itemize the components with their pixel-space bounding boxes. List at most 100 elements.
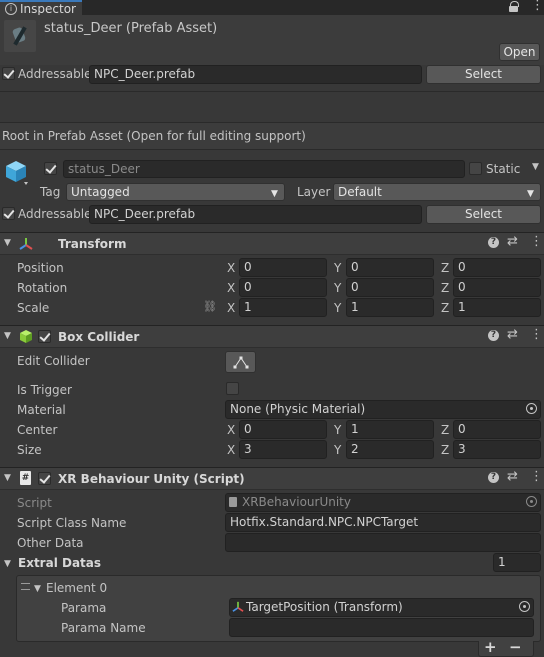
position-x-field[interactable]: 0	[239, 258, 327, 277]
layer-label: Layer	[297, 185, 331, 199]
tab-inspector[interactable]: i Inspector	[0, 0, 82, 16]
addressable-field[interactable]: NPC_Deer.prefab	[89, 65, 422, 84]
parama-name-field[interactable]	[229, 618, 534, 637]
parama-name-label: Parama Name	[61, 621, 146, 635]
script-label: Script	[17, 496, 52, 510]
presets-icon[interactable]: ⇄	[507, 234, 518, 249]
gameobject-cube-icon	[5, 160, 29, 189]
box-collider-enabled-checkbox[interactable]	[38, 330, 51, 343]
open-button[interactable]: Open	[499, 43, 540, 61]
prefab-thumbnail-icon	[4, 20, 36, 52]
tab-menu-icon[interactable]: ⋮	[531, 0, 544, 13]
position-label: Position	[17, 261, 64, 275]
help-icon[interactable]: ?	[488, 330, 499, 341]
object-picker-icon[interactable]	[526, 403, 537, 414]
position-z-field[interactable]: 0	[453, 258, 541, 277]
component-menu-icon[interactable]: ⋮	[530, 234, 543, 249]
transform-title: Transform	[58, 237, 127, 251]
size-y-field[interactable]: 2	[346, 440, 434, 459]
rotation-z-field[interactable]: 0	[453, 278, 541, 297]
static-dropdown-icon[interactable]: ▼	[532, 162, 539, 172]
static-label: Static	[486, 162, 521, 176]
asset-title: status_Deer (Prefab Asset)	[44, 21, 218, 36]
scale-y-field[interactable]: 1	[346, 298, 434, 317]
info-icon: i	[5, 3, 17, 15]
script-field: XRBehaviourUnity	[225, 493, 541, 512]
axis-z-label: Z	[441, 261, 450, 275]
presets-icon[interactable]: ⇄	[507, 327, 518, 342]
script-asset-icon	[229, 497, 237, 507]
center-x-field[interactable]: 0	[239, 420, 327, 439]
component-menu-icon[interactable]: ⋮	[530, 327, 543, 342]
is-trigger-checkbox[interactable]	[226, 382, 239, 395]
scale-z-field[interactable]: 1	[453, 298, 541, 317]
drag-handle-icon[interactable]	[21, 583, 30, 590]
tab-label: Inspector	[20, 2, 76, 16]
lock-body-icon	[509, 6, 518, 12]
addressable-select-button[interactable]: Select	[426, 65, 541, 84]
gameobject-active-checkbox[interactable]	[44, 162, 57, 175]
rotation-x-field[interactable]: 0	[239, 278, 327, 297]
foldout-arrow-icon[interactable]: ▼	[4, 559, 11, 569]
add-element-button[interactable]: +	[484, 638, 497, 656]
addressable-label: Addressable	[18, 67, 92, 81]
center-y-field[interactable]: 1	[346, 420, 434, 439]
object-picker-icon[interactable]	[519, 601, 530, 612]
position-y-field[interactable]: 0	[346, 258, 434, 277]
rotation-y-field[interactable]: 0	[346, 278, 434, 297]
link-icon[interactable]: ⛓	[203, 300, 217, 313]
axis-y-label: Y	[334, 301, 342, 315]
layer-dropdown[interactable]: Default ▼	[333, 183, 541, 201]
gameobject-addressable-select-button[interactable]: Select	[426, 205, 541, 224]
axis-x-label: X	[227, 261, 236, 275]
element-0-label: Element 0	[46, 581, 108, 595]
chevron-down-icon: ▼	[271, 189, 278, 199]
center-z-field[interactable]: 0	[453, 420, 541, 439]
tag-label: Tag	[40, 185, 61, 199]
center-label: Center	[17, 423, 58, 437]
script-enabled-checkbox[interactable]	[38, 472, 51, 485]
gameobject-name-field[interactable]: status_Deer	[63, 160, 465, 178]
size-x-field[interactable]: 3	[239, 440, 327, 459]
presets-icon[interactable]: ⇄	[507, 469, 518, 484]
axis-z-label: Z	[441, 301, 450, 315]
tag-dropdown[interactable]: Untagged ▼	[66, 183, 285, 201]
axis-x-label: X	[227, 301, 236, 315]
foldout-arrow-icon[interactable]: ▼	[4, 238, 11, 248]
parama-label: Parama	[61, 601, 107, 615]
gameobject-addressable-field[interactable]: NPC_Deer.prefab	[89, 205, 422, 224]
gameobject-addressable-checkbox[interactable]	[2, 207, 15, 220]
other-data-field[interactable]	[225, 533, 541, 552]
root-note: Root in Prefab Asset (Open for full edit…	[2, 129, 306, 143]
extral-datas-label: Extral Datas	[18, 556, 102, 570]
material-field[interactable]: None (Physic Material)	[225, 400, 541, 419]
static-checkbox[interactable]	[469, 162, 482, 175]
foldout-arrow-icon[interactable]: ▼	[34, 584, 41, 594]
axis-x-label: X	[227, 423, 236, 437]
help-icon[interactable]: ?	[488, 237, 499, 248]
script-class-name-field[interactable]: Hotfix.Standard.NPC.NPCTarget	[225, 513, 541, 532]
edit-collider-button[interactable]	[225, 351, 256, 373]
foldout-arrow-icon[interactable]: ▼	[4, 473, 11, 483]
parama-value: TargetPosition (Transform)	[246, 600, 403, 614]
axis-y-label: Y	[334, 443, 342, 457]
scale-label: Scale	[17, 301, 50, 315]
transform-icon	[19, 237, 33, 253]
axis-z-label: Z	[441, 423, 450, 437]
size-z-field[interactable]: 3	[453, 440, 541, 459]
extral-datas-count[interactable]: 1	[493, 553, 541, 572]
parama-field[interactable]: TargetPosition (Transform)	[229, 598, 534, 617]
other-data-label: Other Data	[17, 536, 84, 550]
axis-y-label: Y	[334, 423, 342, 437]
axis-x-label: X	[227, 443, 236, 457]
addressable-checkbox[interactable]	[2, 67, 15, 80]
axis-z-label: Z	[441, 443, 450, 457]
foldout-arrow-icon[interactable]: ▼	[4, 331, 11, 341]
help-icon[interactable]: ?	[488, 472, 499, 483]
remove-element-button[interactable]: −	[509, 638, 522, 656]
box-collider-icon	[19, 329, 33, 347]
is-trigger-label: Is Trigger	[17, 383, 72, 397]
component-menu-icon[interactable]: ⋮	[530, 469, 543, 484]
script-title: XR Behaviour Unity (Script)	[58, 472, 245, 486]
scale-x-field[interactable]: 1	[239, 298, 327, 317]
